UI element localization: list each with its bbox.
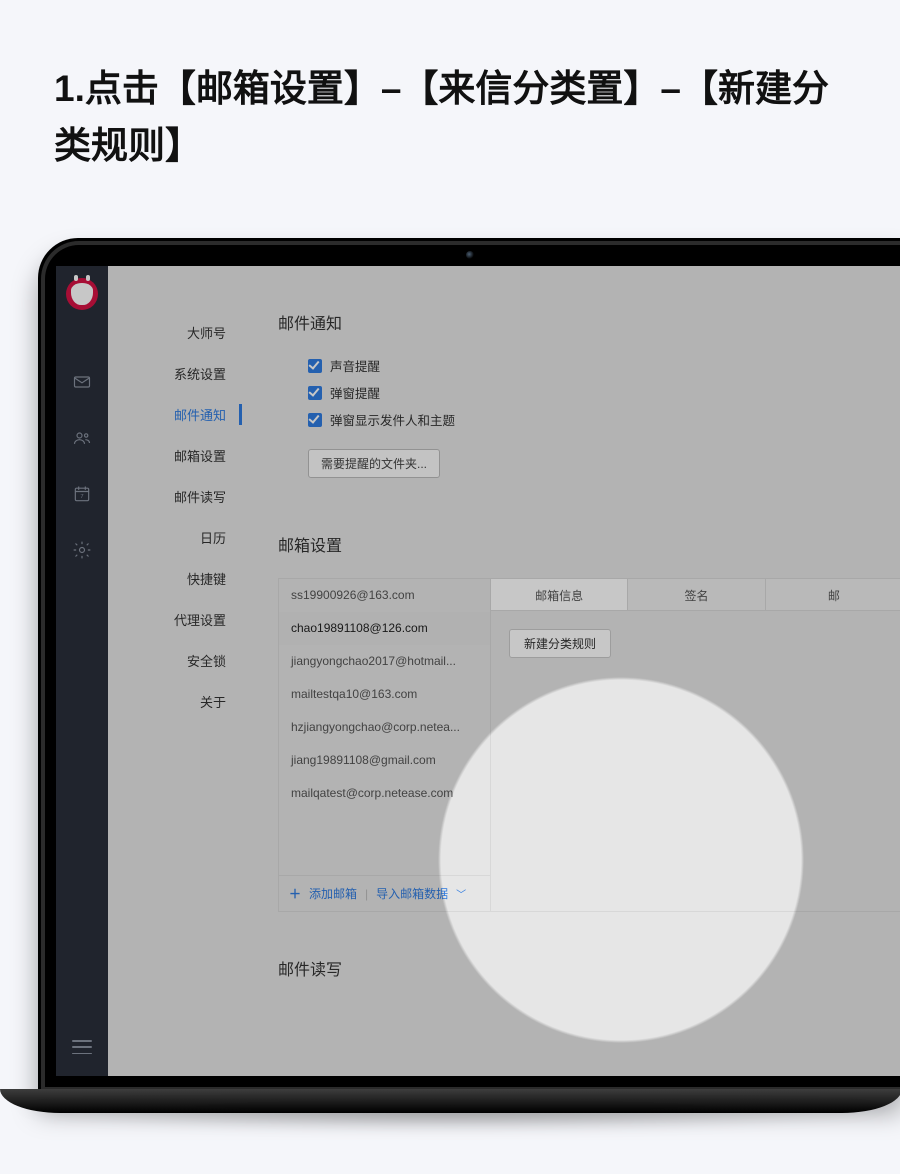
contacts-icon[interactable] [71, 427, 93, 449]
mail-icon[interactable] [71, 371, 93, 393]
tab-info[interactable]: 邮箱信息 [491, 579, 628, 610]
nav-item-calendar[interactable]: 日历 [108, 517, 242, 558]
email-row[interactable]: hzjiangyongchao@corp.netea... [279, 711, 490, 744]
calendar-icon[interactable]: 7 [71, 483, 93, 505]
checkbox-show-sender[interactable]: 弹窗显示发件人和主题 [308, 410, 900, 429]
tab-more[interactable]: 邮 [766, 579, 900, 610]
app-screen: 7 大师号 系统设置 邮件通知 邮箱设置 邮件读写 日历 快捷键 代理设置 安全… [56, 266, 900, 1076]
checkbox-popup[interactable]: 弹窗提醒 [308, 383, 900, 402]
new-rule-button[interactable]: 新建分类规则 [509, 629, 611, 658]
nav-item-shortcut[interactable]: 快捷键 [108, 558, 242, 599]
left-rail: 7 [56, 266, 108, 1076]
plus-icon: ＋ [289, 885, 301, 902]
nav-item-proxy[interactable]: 代理设置 [108, 599, 242, 640]
chevron-down-icon: ﹀ [456, 886, 466, 901]
check-icon [308, 413, 322, 427]
email-row[interactable]: mailtestqa10@163.com [279, 678, 490, 711]
checkbox-label: 弹窗显示发件人和主题 [330, 410, 455, 429]
tab-bar: 邮箱信息 签名 邮 [491, 579, 900, 611]
laptop-base [0, 1089, 900, 1113]
camera-dot [466, 251, 474, 259]
settings-icon[interactable] [71, 539, 93, 561]
email-row[interactable]: jiang19891108@gmail.com [279, 744, 490, 777]
checkbox-label: 弹窗提醒 [330, 383, 380, 402]
section-title-notify: 邮件通知 [278, 310, 900, 334]
add-mailbox-link[interactable]: 添加邮箱 [309, 885, 357, 902]
settings-nav: 大师号 系统设置 邮件通知 邮箱设置 邮件读写 日历 快捷键 代理设置 安全锁 … [108, 266, 242, 1076]
content-pane: 邮件通知 声音提醒 弹窗提醒 弹窗显示发件人和主题 需要提醒的文件夹... 邮箱… [242, 266, 900, 1076]
nav-item-mailbox[interactable]: 邮箱设置 [108, 435, 242, 476]
section-title-mailbox: 邮箱设置 [278, 532, 900, 556]
email-row[interactable]: jiangyongchao2017@hotmail... [279, 645, 490, 678]
nav-item-readwrite[interactable]: 邮件读写 [108, 476, 242, 517]
tab-signature[interactable]: 签名 [628, 579, 765, 610]
email-row[interactable]: chao19891108@126.com [279, 612, 490, 645]
laptop-mockup: 7 大师号 系统设置 邮件通知 邮箱设置 邮件读写 日历 快捷键 代理设置 安全… [38, 238, 900, 1094]
folders-button[interactable]: 需要提醒的文件夹... [308, 449, 440, 478]
nav-item-notify[interactable]: 邮件通知 [108, 394, 242, 435]
checkbox-label: 声音提醒 [330, 356, 380, 375]
checkbox-sound[interactable]: 声音提醒 [308, 356, 900, 375]
import-data-link[interactable]: 导入邮箱数据 [376, 885, 448, 902]
page-title: 1.点击【邮箱设置】–【来信分类置】–【新建分类规则】 [0, 0, 900, 215]
email-row[interactable]: mailqatest@corp.netease.com [279, 777, 490, 810]
menu-icon[interactable] [72, 1040, 92, 1054]
email-list: ss19900926@163.com chao19891108@126.com … [279, 579, 491, 911]
nav-item-about[interactable]: 关于 [108, 681, 242, 722]
email-row[interactable]: ss19900926@163.com [279, 579, 490, 612]
nav-item-master[interactable]: 大师号 [108, 312, 242, 353]
section-title-readwrite: 邮件读写 [278, 956, 900, 980]
nav-item-system[interactable]: 系统设置 [108, 353, 242, 394]
nav-item-lock[interactable]: 安全锁 [108, 640, 242, 681]
mailbox-panel: ss19900926@163.com chao19891108@126.com … [278, 578, 900, 912]
check-icon [308, 359, 322, 373]
check-icon [308, 386, 322, 400]
avatar[interactable] [66, 278, 98, 310]
svg-text:7: 7 [80, 494, 83, 500]
email-list-footer: ＋ 添加邮箱 | 导入邮箱数据 ﹀ [279, 875, 490, 911]
mailbox-detail: 邮箱信息 签名 邮 新建分类规则 [491, 579, 900, 911]
